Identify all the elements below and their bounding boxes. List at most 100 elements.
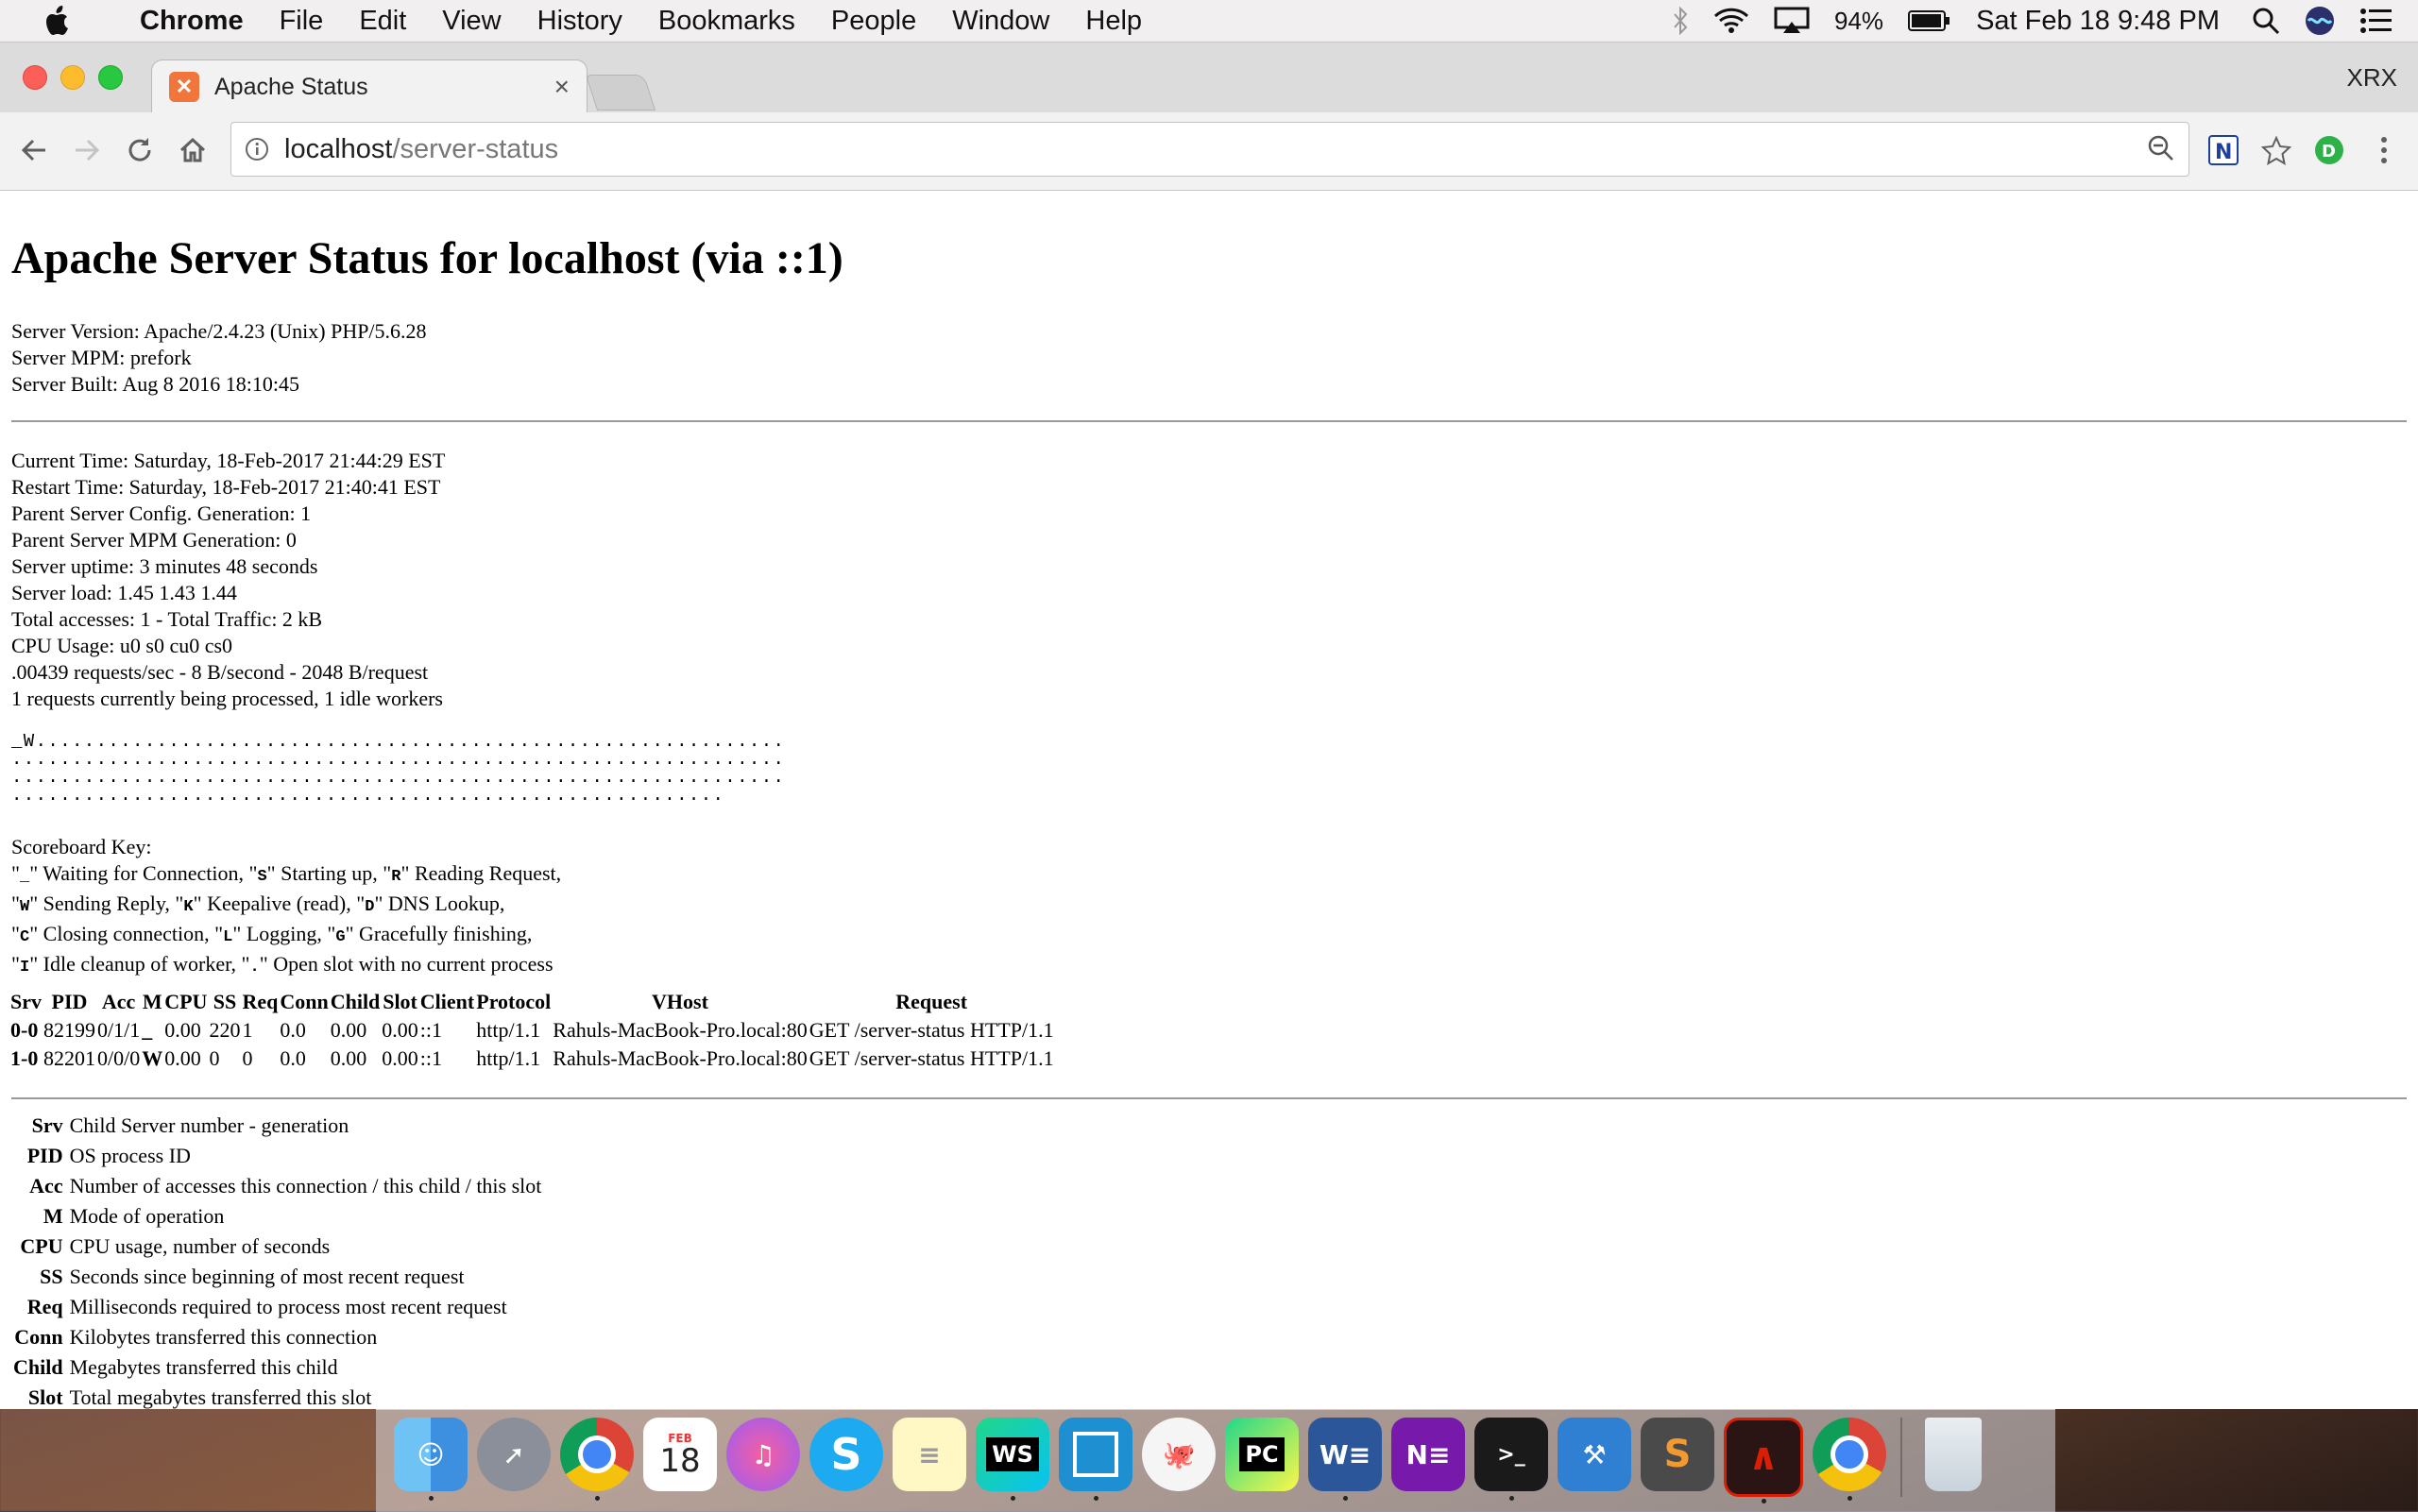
itunes-icon[interactable]: ♫ bbox=[726, 1418, 800, 1491]
bluetooth-icon[interactable] bbox=[1672, 7, 1689, 35]
notes-icon[interactable]: ≡ bbox=[893, 1418, 966, 1491]
column-header: Request bbox=[895, 990, 968, 1013]
airplay-icon[interactable] bbox=[1774, 7, 1810, 35]
cell-mode: _ bbox=[142, 1018, 153, 1042]
notification-center-icon[interactable] bbox=[2359, 8, 2393, 34]
skype-icon[interactable]: S bbox=[809, 1418, 883, 1491]
acrobat-icon[interactable]: ∧ bbox=[1724, 1418, 1803, 1504]
app-menu-chrome[interactable]: Chrome bbox=[140, 6, 244, 37]
extension-n-icon[interactable]: N bbox=[2203, 129, 2244, 171]
menu-people[interactable]: People bbox=[831, 6, 916, 37]
bookmark-star-icon[interactable] bbox=[2256, 129, 2297, 171]
legend-desc: Number of accesses this connection / thi… bbox=[69, 1174, 542, 1198]
menu-history[interactable]: History bbox=[537, 6, 622, 37]
server-load: Server load: 1.45 1.43 1.44 bbox=[11, 581, 237, 604]
legend-term: Child bbox=[13, 1355, 63, 1379]
close-window-button[interactable] bbox=[23, 65, 47, 90]
column-header: M bbox=[142, 990, 162, 1013]
zoom-icon[interactable] bbox=[2147, 134, 2175, 167]
extension-green-icon[interactable]: D bbox=[2308, 129, 2350, 171]
column-header: SS bbox=[213, 990, 237, 1013]
legend-term: SS bbox=[40, 1265, 63, 1288]
scoreboard-key-line: "_" Waiting for Connection, "S" Starting… bbox=[11, 860, 561, 891]
scoreboard-key-line: "W" Sending Reply, "K" Keepalive (read),… bbox=[11, 891, 561, 921]
wifi-icon[interactable] bbox=[1713, 8, 1749, 34]
dock: ☺ ➚ FEB 18 ♫ S ≡ WS 🐙 PC W≡ N≡ >_ ⚒ S ∧ bbox=[376, 1409, 2055, 1512]
menu-file[interactable]: File bbox=[280, 6, 324, 37]
onenote-icon[interactable]: N≡ bbox=[1391, 1418, 1465, 1491]
key-text: " Waiting for Connection, " bbox=[29, 861, 258, 885]
cell-client: ::1 bbox=[419, 1018, 443, 1042]
key-text: " Gracefully finishing, bbox=[345, 922, 533, 945]
github-icon[interactable]: 🐙 bbox=[1142, 1418, 1216, 1491]
key-text: " Open slot with no current process bbox=[259, 952, 553, 976]
back-button[interactable] bbox=[13, 129, 55, 171]
clock[interactable]: Sat Feb 18 9:48 PM bbox=[1976, 6, 2220, 37]
profile-button[interactable]: XRX bbox=[2347, 63, 2397, 93]
menu-edit[interactable]: Edit bbox=[359, 6, 406, 37]
address-bar[interactable]: localhost/server-status bbox=[230, 122, 2189, 177]
cell-client: ::1 bbox=[419, 1046, 443, 1070]
menu-bookmarks[interactable]: Bookmarks bbox=[658, 6, 795, 37]
legend-row: Child Megabytes transferred this child bbox=[13, 1352, 542, 1383]
launchpad-icon[interactable]: ➚ bbox=[477, 1418, 551, 1491]
server-uptime: Server uptime: 3 minutes 48 seconds bbox=[11, 554, 318, 578]
legend-row: SS Seconds since beginning of most recent… bbox=[13, 1262, 542, 1292]
new-tab-button[interactable] bbox=[585, 75, 656, 110]
key-text: " bbox=[11, 861, 20, 885]
cell-child: 0.00 bbox=[330, 1046, 367, 1070]
mpm-generation: Parent Server MPM Generation: 0 bbox=[11, 528, 297, 552]
divider bbox=[11, 420, 2407, 422]
menu-view[interactable]: View bbox=[442, 6, 501, 37]
column-header: Acc bbox=[101, 990, 136, 1013]
menu-help[interactable]: Help bbox=[1085, 6, 1142, 37]
cell-conn: 0.0 bbox=[280, 1018, 306, 1042]
word-icon[interactable]: W≡ bbox=[1308, 1418, 1382, 1501]
chrome-icon[interactable] bbox=[1813, 1418, 1886, 1501]
url-text[interactable]: localhost/server-status bbox=[284, 134, 558, 165]
legend-term: M bbox=[43, 1204, 63, 1228]
menu-window[interactable]: Window bbox=[952, 6, 1049, 37]
scoreboard-key-line: "C" Closing connection, "L" Logging, "G"… bbox=[11, 921, 561, 951]
reload-button[interactable] bbox=[119, 129, 161, 171]
workers-status: 1 requests currently being processed, 1 … bbox=[11, 687, 443, 710]
key-text: " bbox=[11, 922, 20, 945]
sublime-icon[interactable]: S bbox=[1641, 1418, 1714, 1491]
terminal-icon[interactable]: >_ bbox=[1474, 1418, 1548, 1501]
minimize-window-button[interactable] bbox=[60, 65, 85, 90]
apple-icon[interactable] bbox=[38, 6, 79, 36]
pycharm-icon[interactable]: PC bbox=[1225, 1418, 1299, 1491]
legend-desc: Child Server number - generation bbox=[69, 1113, 349, 1137]
home-button[interactable] bbox=[172, 129, 213, 171]
cell-cpu: 0.00 bbox=[164, 1018, 201, 1042]
ide-icon[interactable] bbox=[1059, 1418, 1132, 1501]
siri-icon[interactable] bbox=[2305, 6, 2335, 36]
forward-button[interactable] bbox=[66, 129, 108, 171]
total-accesses: Total accesses: 1 - Total Traffic: 2 kB bbox=[11, 607, 323, 631]
tab-apache-status[interactable]: ✕ Apache Status × bbox=[151, 59, 587, 113]
spotlight-icon[interactable] bbox=[2252, 7, 2280, 35]
calendar-icon[interactable]: FEB 18 bbox=[643, 1418, 717, 1491]
cell-protocol: http/1.1 bbox=[476, 1046, 541, 1070]
column-header: Child bbox=[330, 990, 381, 1013]
legend-term: Req bbox=[26, 1295, 63, 1318]
webstorm-icon[interactable]: WS bbox=[976, 1418, 1049, 1501]
restart-time: Restart Time: Saturday, 18-Feb-2017 21:4… bbox=[11, 475, 441, 499]
cell-acc: 0/0/0 bbox=[97, 1046, 141, 1070]
server-mpm: Server MPM: prefork bbox=[11, 346, 192, 369]
table-row: 0-0 82199 0/1/1 _ 0.00 220 1 0.0 0.00 0.… bbox=[9, 1016, 1055, 1045]
trash-icon[interactable] bbox=[1925, 1418, 1982, 1491]
cell-protocol: http/1.1 bbox=[476, 1018, 541, 1042]
xcode-icon[interactable]: ⚒ bbox=[1558, 1418, 1631, 1491]
tab-close-icon[interactable]: × bbox=[554, 72, 570, 102]
site-info-icon[interactable] bbox=[243, 135, 271, 163]
scoreboard-key: Scoreboard Key: "_" Waiting for Connecti… bbox=[11, 834, 561, 981]
legend-row: CPU CPU usage, number of seconds bbox=[13, 1232, 542, 1262]
battery-icon[interactable] bbox=[1908, 9, 1951, 32]
chrome-icon[interactable] bbox=[560, 1418, 634, 1501]
cell-child: 0.00 bbox=[330, 1018, 367, 1042]
zoom-window-button[interactable] bbox=[98, 65, 123, 90]
chrome-menu-icon[interactable] bbox=[2363, 129, 2405, 171]
finder-icon[interactable]: ☺ bbox=[394, 1418, 468, 1501]
legend-desc: OS process ID bbox=[69, 1144, 191, 1167]
